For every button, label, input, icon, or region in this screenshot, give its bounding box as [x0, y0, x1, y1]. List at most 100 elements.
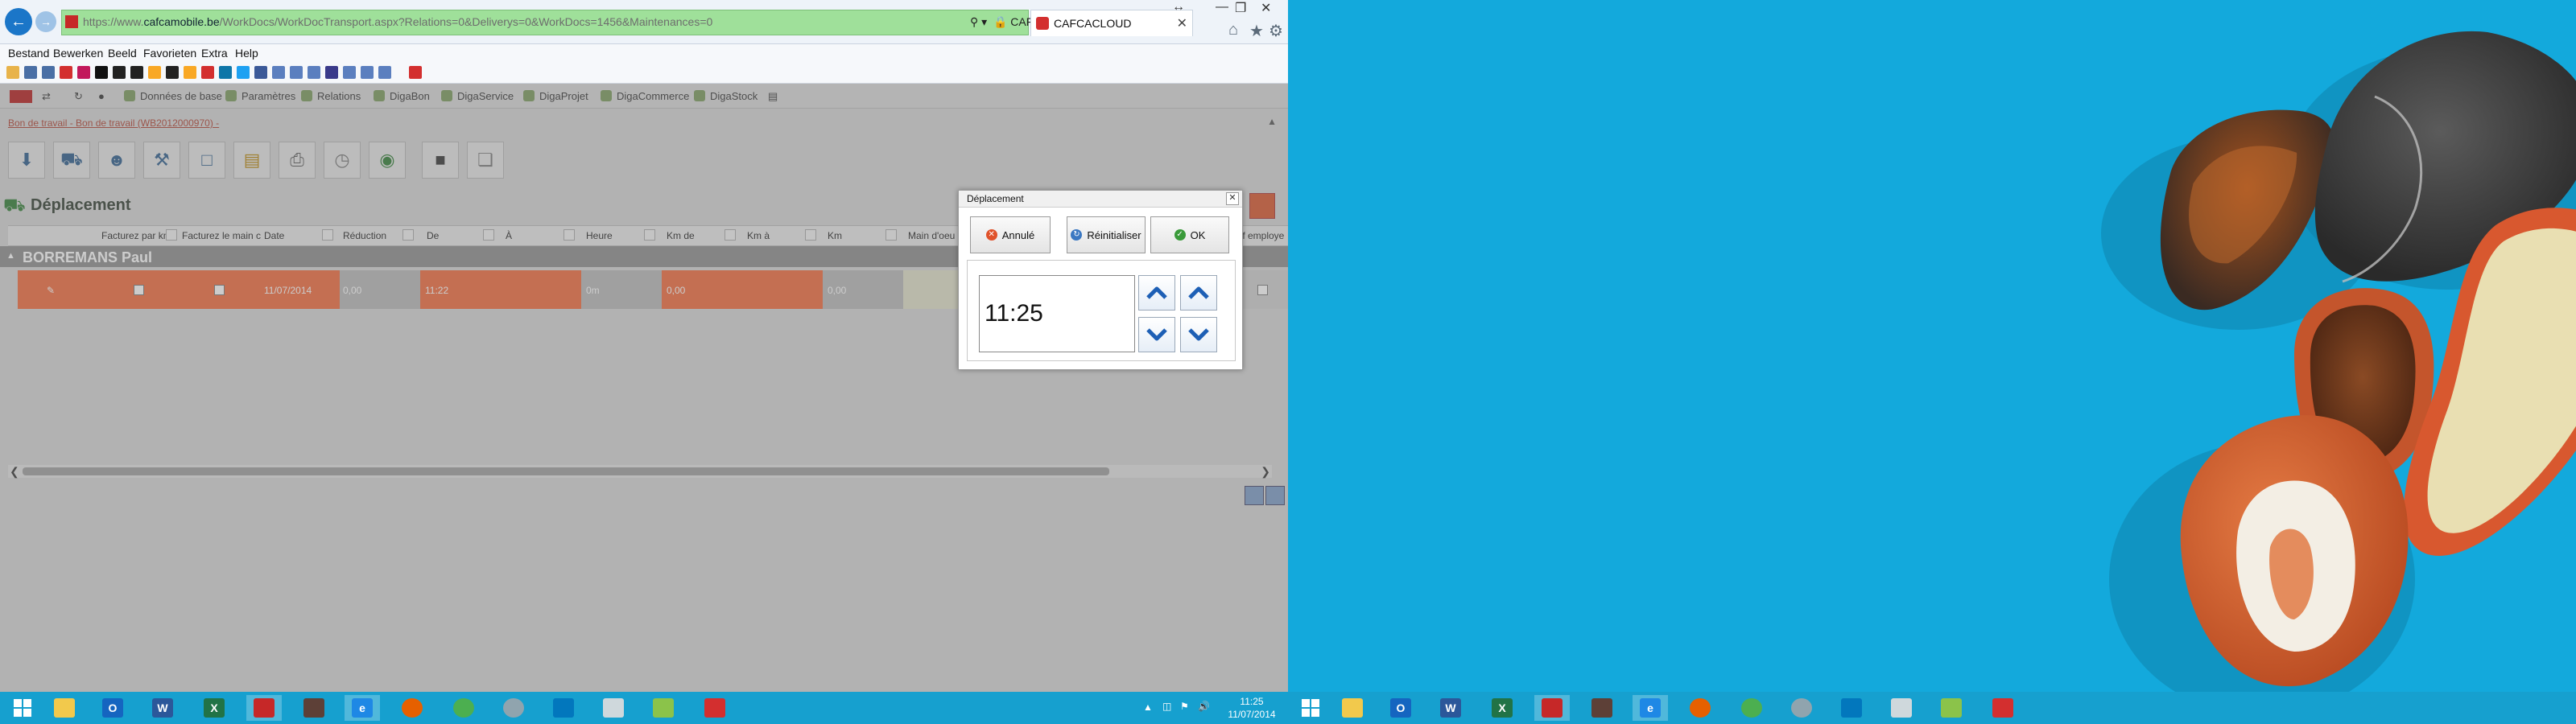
clock-date[interactable]: 11/07/2014 [1224, 709, 1280, 720]
back-button[interactable]: ← [5, 8, 32, 35]
menu-favorieten[interactable]: Favorieten [143, 47, 196, 60]
nav-digaservice[interactable]: DigaService [441, 90, 514, 102]
taskbar-cafca-cloud[interactable] [1985, 695, 2021, 721]
minimize-icon[interactable]: — [1216, 0, 1228, 14]
language-flag-icon[interactable] [10, 90, 32, 103]
cell-reduction[interactable]: 0,00 [343, 285, 361, 296]
taskbar-file-explorer[interactable] [47, 695, 82, 721]
filter-icon[interactable] [483, 229, 494, 241]
col-km[interactable]: Km [828, 230, 842, 241]
book-icon[interactable]: ■ [422, 142, 459, 179]
hour-down-button[interactable] [1138, 317, 1175, 352]
search-icon[interactable]: ⚲ [970, 15, 978, 28]
col-facturez-km[interactable]: Facturez par km [101, 230, 171, 241]
facebook-icon[interactable] [254, 66, 267, 79]
taskbar-excel[interactable]: X [1484, 695, 1520, 721]
scroll-left-icon[interactable]: ❮ [10, 465, 19, 479]
favorite-link-icon[interactable] [361, 66, 374, 79]
car-icon[interactable]: ⛟ [53, 142, 90, 179]
filter-icon[interactable] [644, 229, 655, 241]
nav-donnees-de-base[interactable]: Données de base [124, 90, 222, 102]
col-a[interactable]: À [506, 230, 512, 241]
minute-down-button[interactable] [1180, 317, 1217, 352]
nav-parametres[interactable]: Paramètres [225, 90, 295, 102]
taskbar-file-explorer[interactable] [1335, 695, 1370, 721]
col-main-doeuvre[interactable]: Main d'oeu [908, 230, 955, 241]
cell-date[interactable]: 11/07/2014 [264, 285, 312, 296]
menu-bewerken[interactable]: Bewerken [53, 47, 103, 60]
horizontal-scrollbar[interactable]: ❮ ❯ [8, 465, 1272, 478]
menu-beeld[interactable]: Beeld [108, 47, 137, 60]
nav-user-icon[interactable]: ● [98, 90, 105, 102]
favorite-link-icon[interactable] [166, 66, 179, 79]
col-facturez-main[interactable]: Facturez le main c [182, 230, 261, 241]
restore-arrows-icon[interactable]: ↔ [1172, 0, 1185, 14]
taskbar-outlook[interactable]: O [1383, 695, 1418, 721]
col-employe[interactable]: If employe [1240, 230, 1284, 241]
tray-flag-icon[interactable]: ⚑ [1180, 701, 1189, 724]
col-km-a[interactable]: Km à [747, 230, 770, 241]
favorite-link-icon[interactable] [148, 66, 161, 79]
taskbar-firefox[interactable] [394, 695, 430, 721]
home-icon[interactable]: ⌂ [1228, 21, 1238, 39]
taskbar-outlook[interactable]: O [95, 695, 130, 721]
col-de[interactable]: De [427, 230, 439, 241]
download-icon[interactable]: ⬇ [8, 142, 45, 179]
nav-refresh-icon[interactable]: ⇄ [42, 90, 51, 103]
maximize-icon[interactable]: ❐ [1235, 0, 1246, 16]
row-edit-icon[interactable]: ✎ [47, 285, 55, 296]
clock-icon[interactable]: ◷ [324, 142, 361, 179]
checkbox-employe[interactable] [1257, 285, 1268, 295]
favorites-star-icon[interactable] [6, 66, 19, 79]
reset-button[interactable]: ↻ Réinitialiser [1067, 216, 1146, 253]
copy-icon[interactable]: ❏ [467, 142, 504, 179]
nav-sync-icon[interactable]: ↻ [74, 90, 83, 103]
save-icon[interactable] [1245, 486, 1264, 505]
minute-up-button[interactable] [1180, 275, 1217, 311]
address-bar[interactable]: https://www.cafcamobile.be/WorkDocs/Work… [61, 10, 1085, 35]
save-as-icon[interactable] [1265, 486, 1285, 505]
taskbar-word[interactable]: W [1433, 695, 1468, 721]
taskbar-remote[interactable] [1784, 695, 1819, 721]
favorite-flag-icon[interactable] [95, 66, 108, 79]
filter-icon[interactable] [402, 229, 414, 241]
taskbar-cafca[interactable] [246, 695, 282, 721]
twitter-icon[interactable] [237, 66, 250, 79]
taskbar-photo-viewer[interactable] [1934, 695, 1969, 721]
taskbar-cafca[interactable] [1534, 695, 1570, 721]
tools-icon[interactable]: ⚒ [143, 142, 180, 179]
filter-icon[interactable] [564, 229, 575, 241]
taskbar-notes[interactable] [596, 695, 631, 721]
cell-km-a[interactable]: 0,00 [828, 285, 846, 296]
collapse-icon[interactable]: ▲ [1267, 116, 1277, 127]
taskbar-network[interactable] [546, 695, 581, 721]
export-button[interactable] [1249, 193, 1275, 219]
tray-volume-icon[interactable]: 🔊 [1198, 701, 1210, 724]
taskbar-photo-viewer[interactable] [646, 695, 681, 721]
cancel-button[interactable]: ✕ Annulé [970, 216, 1051, 253]
nav-digastock[interactable]: DigaStock [694, 90, 758, 102]
window-close-icon[interactable]: ✕ [1261, 0, 1271, 16]
expand-icon[interactable]: ▲ [6, 251, 15, 261]
taskbar-firefox[interactable] [1682, 695, 1718, 721]
menu-help[interactable]: Help [235, 47, 258, 60]
taskbar-tool[interactable] [296, 695, 332, 721]
favorite-link-icon[interactable] [343, 66, 356, 79]
favorite-link-icon[interactable] [24, 66, 37, 79]
tab-close-icon[interactable]: ✕ [1177, 15, 1187, 31]
cell-km-de[interactable]: 0,00 [667, 285, 685, 296]
col-km-de[interactable]: Km de [667, 230, 695, 241]
col-date[interactable]: Date [264, 230, 284, 241]
breadcrumb[interactable]: Bon de travail - Bon de travail (WB20120… [8, 117, 219, 129]
person-icon[interactable]: ☻ [98, 142, 135, 179]
favorite-link-icon[interactable] [113, 66, 126, 79]
menu-extra[interactable]: Extra [201, 47, 228, 60]
taskbar-word[interactable]: W [145, 695, 180, 721]
taskbar-excel[interactable]: X [196, 695, 232, 721]
linkedin-icon[interactable] [219, 66, 232, 79]
cell-de[interactable]: 11:22 [425, 285, 448, 296]
nav-digaprojet[interactable]: DigaProjet [523, 90, 588, 102]
favorite-link-icon[interactable] [77, 66, 90, 79]
favorite-link-icon[interactable] [272, 66, 285, 79]
checkbox-facturez-main[interactable] [214, 285, 225, 295]
